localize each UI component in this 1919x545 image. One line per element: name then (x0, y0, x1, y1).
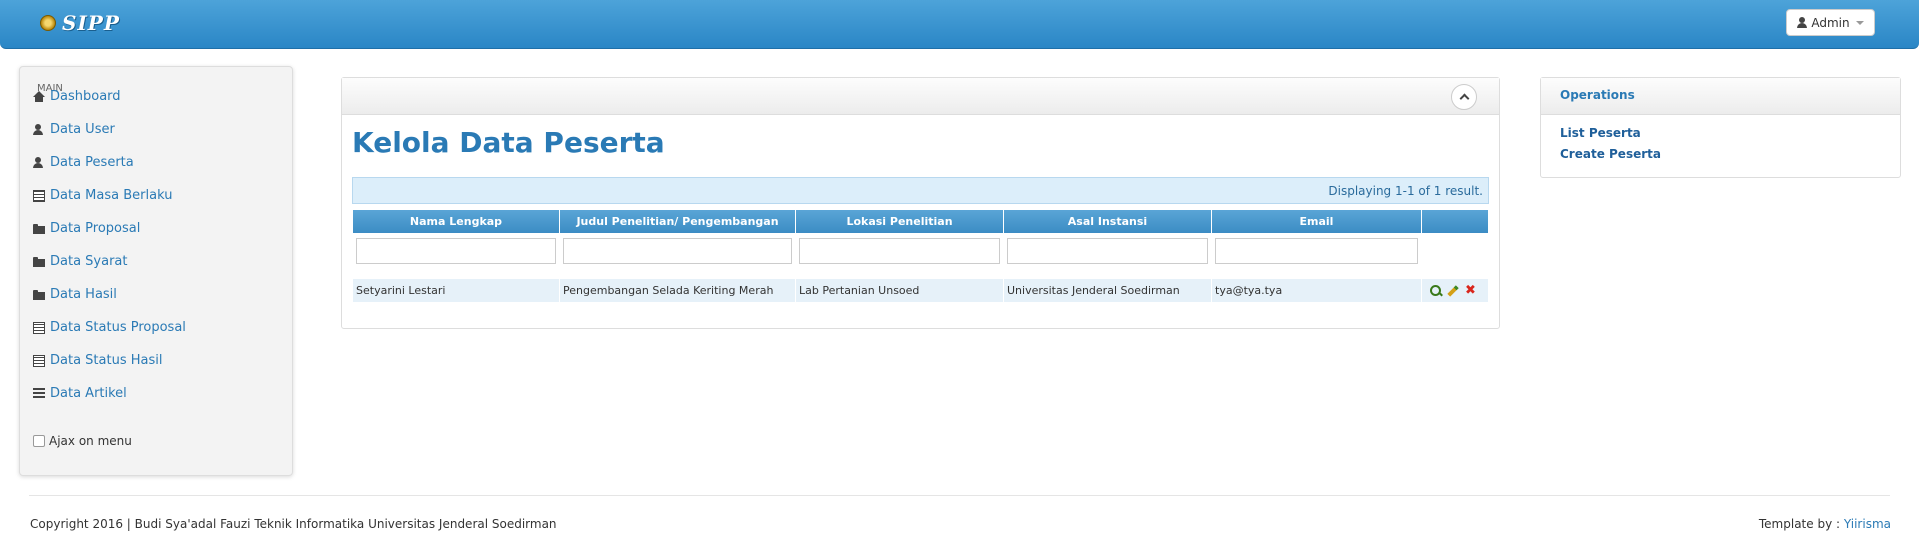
sidebar-item-dashboard[interactable]: Dashboard (33, 89, 121, 104)
sidebar-item-data-status-proposal[interactable]: Data Status Proposal (33, 320, 186, 335)
list-icon (33, 354, 45, 367)
sidebar-item-label: Data Hasil (50, 287, 117, 302)
filter-judul-input[interactable] (563, 238, 792, 264)
brand-logo-icon (40, 15, 56, 31)
edit-icon[interactable] (1447, 284, 1459, 297)
filter-nama-lengkap-input[interactable] (356, 238, 556, 264)
sidebar-item-data-masa-berlaku[interactable]: Data Masa Berlaku (33, 188, 172, 203)
filter-email-input[interactable] (1215, 238, 1418, 264)
main-panel: Kelola Data Peserta Displaying 1-1 of 1 … (341, 77, 1500, 329)
column-header-email[interactable]: Email (1212, 210, 1422, 233)
grid-header: Nama Lengkap Judul Penelitian/ Pengemban… (353, 210, 1488, 233)
table-row: Setyarini Lestari Pengembangan Selada Ke… (353, 279, 1488, 302)
caret-down-icon (1855, 20, 1864, 25)
row-actions: ✖ (1422, 279, 1488, 302)
sidebar-item-data-peserta[interactable]: Data Peserta (33, 155, 134, 170)
user-icon (1797, 17, 1808, 28)
sidebar-item-label: Data User (50, 122, 115, 137)
create-peserta-link[interactable]: Create Peserta (1560, 147, 1661, 161)
calendar-icon (33, 189, 45, 202)
sidebar-item-label: Data Syarat (50, 254, 128, 269)
column-header-nama-lengkap[interactable]: Nama Lengkap (353, 210, 560, 233)
sidebar-item-data-status-hasil[interactable]: Data Status Hasil (33, 353, 162, 368)
ajax-label: Ajax on menu (49, 434, 132, 448)
sidebar-item-label: Dashboard (50, 89, 121, 104)
sidebar-item-label: Data Artikel (50, 386, 127, 401)
filter-cell (796, 235, 1004, 267)
sidebar-item-data-user[interactable]: Data User (33, 122, 115, 137)
filter-cell (560, 235, 796, 267)
sidebar-item-data-proposal[interactable]: Data Proposal (33, 221, 140, 236)
user-menu-button[interactable]: Admin (1786, 9, 1875, 36)
sidebar: MAIN Dashboard Data User Data Peserta Da… (19, 66, 293, 476)
filter-cell (353, 235, 560, 267)
home-icon (33, 90, 45, 103)
footer-divider (29, 495, 1890, 496)
cell-asal-instansi: Universitas Jenderal Soedirman (1004, 279, 1212, 302)
sidebar-item-label: Data Proposal (50, 221, 141, 236)
sidebar-item-data-artikel[interactable]: Data Artikel (33, 386, 127, 401)
delete-icon[interactable]: ✖ (1465, 284, 1476, 297)
user-icon (33, 123, 45, 136)
align-icon (33, 387, 45, 400)
sidebar-item-label: Data Status Proposal (50, 320, 186, 335)
filter-lokasi-input[interactable] (799, 238, 1000, 264)
sidebar-item-label: Data Masa Berlaku (50, 188, 173, 203)
sidebar-item-data-syarat[interactable]: Data Syarat (33, 254, 128, 269)
folder-icon (33, 256, 45, 268)
column-header-judul[interactable]: Judul Penelitian/ Pengembangan (560, 210, 796, 233)
user-icon (33, 156, 45, 169)
sidebar-item-label: Data Peserta (50, 155, 134, 170)
top-navbar: SIPP Admin (0, 0, 1919, 49)
filter-asal-instansi-input[interactable] (1007, 238, 1208, 264)
cell-lokasi: Lab Pertanian Unsoed (796, 279, 1004, 302)
column-header-actions (1422, 210, 1488, 233)
ajax-on-menu-toggle[interactable]: Ajax on menu (33, 434, 132, 448)
user-menu-label: Admin (1811, 15, 1850, 30)
operations-title: Operations (1541, 78, 1900, 115)
collapse-button[interactable] (1451, 84, 1477, 110)
folder-icon (33, 289, 45, 301)
cell-judul: Pengembangan Selada Keriting Merah (560, 279, 796, 302)
panel-header (342, 78, 1499, 115)
sidebar-item-label: Data Status Hasil (50, 353, 163, 368)
column-header-asal-instansi[interactable]: Asal Instansi (1004, 210, 1212, 233)
list-peserta-link[interactable]: List Peserta (1560, 126, 1641, 140)
cell-email: tya@tya.tya (1212, 279, 1422, 302)
folder-icon (33, 223, 45, 235)
filter-row (353, 235, 1488, 267)
brand[interactable]: SIPP (40, 11, 120, 35)
template-author-link[interactable]: Yiirisma (1844, 517, 1891, 531)
filter-cell (1004, 235, 1212, 267)
column-header-lokasi[interactable]: Lokasi Penelitian (796, 210, 1004, 233)
chevron-up-icon (1459, 93, 1469, 104)
page-title: Kelola Data Peserta (352, 126, 665, 159)
ajax-checkbox[interactable] (33, 435, 45, 447)
operations-panel: Operations List Peserta Create Peserta (1540, 77, 1901, 178)
view-icon[interactable] (1430, 285, 1441, 296)
footer-copyright: Copyright 2016 | Budi Sya'adal Fauzi Tek… (30, 517, 557, 531)
sidebar-item-data-hasil[interactable]: Data Hasil (33, 287, 117, 302)
list-icon (33, 321, 45, 334)
filter-cell (1212, 235, 1422, 267)
footer-template-prefix: Template by : (1758, 517, 1841, 531)
grid-summary: Displaying 1-1 of 1 result. (352, 177, 1489, 204)
cell-nama-lengkap: Setyarini Lestari (353, 279, 560, 302)
footer-credit: Template by : Yiirisma (1759, 517, 1891, 531)
brand-name: SIPP (62, 11, 120, 35)
